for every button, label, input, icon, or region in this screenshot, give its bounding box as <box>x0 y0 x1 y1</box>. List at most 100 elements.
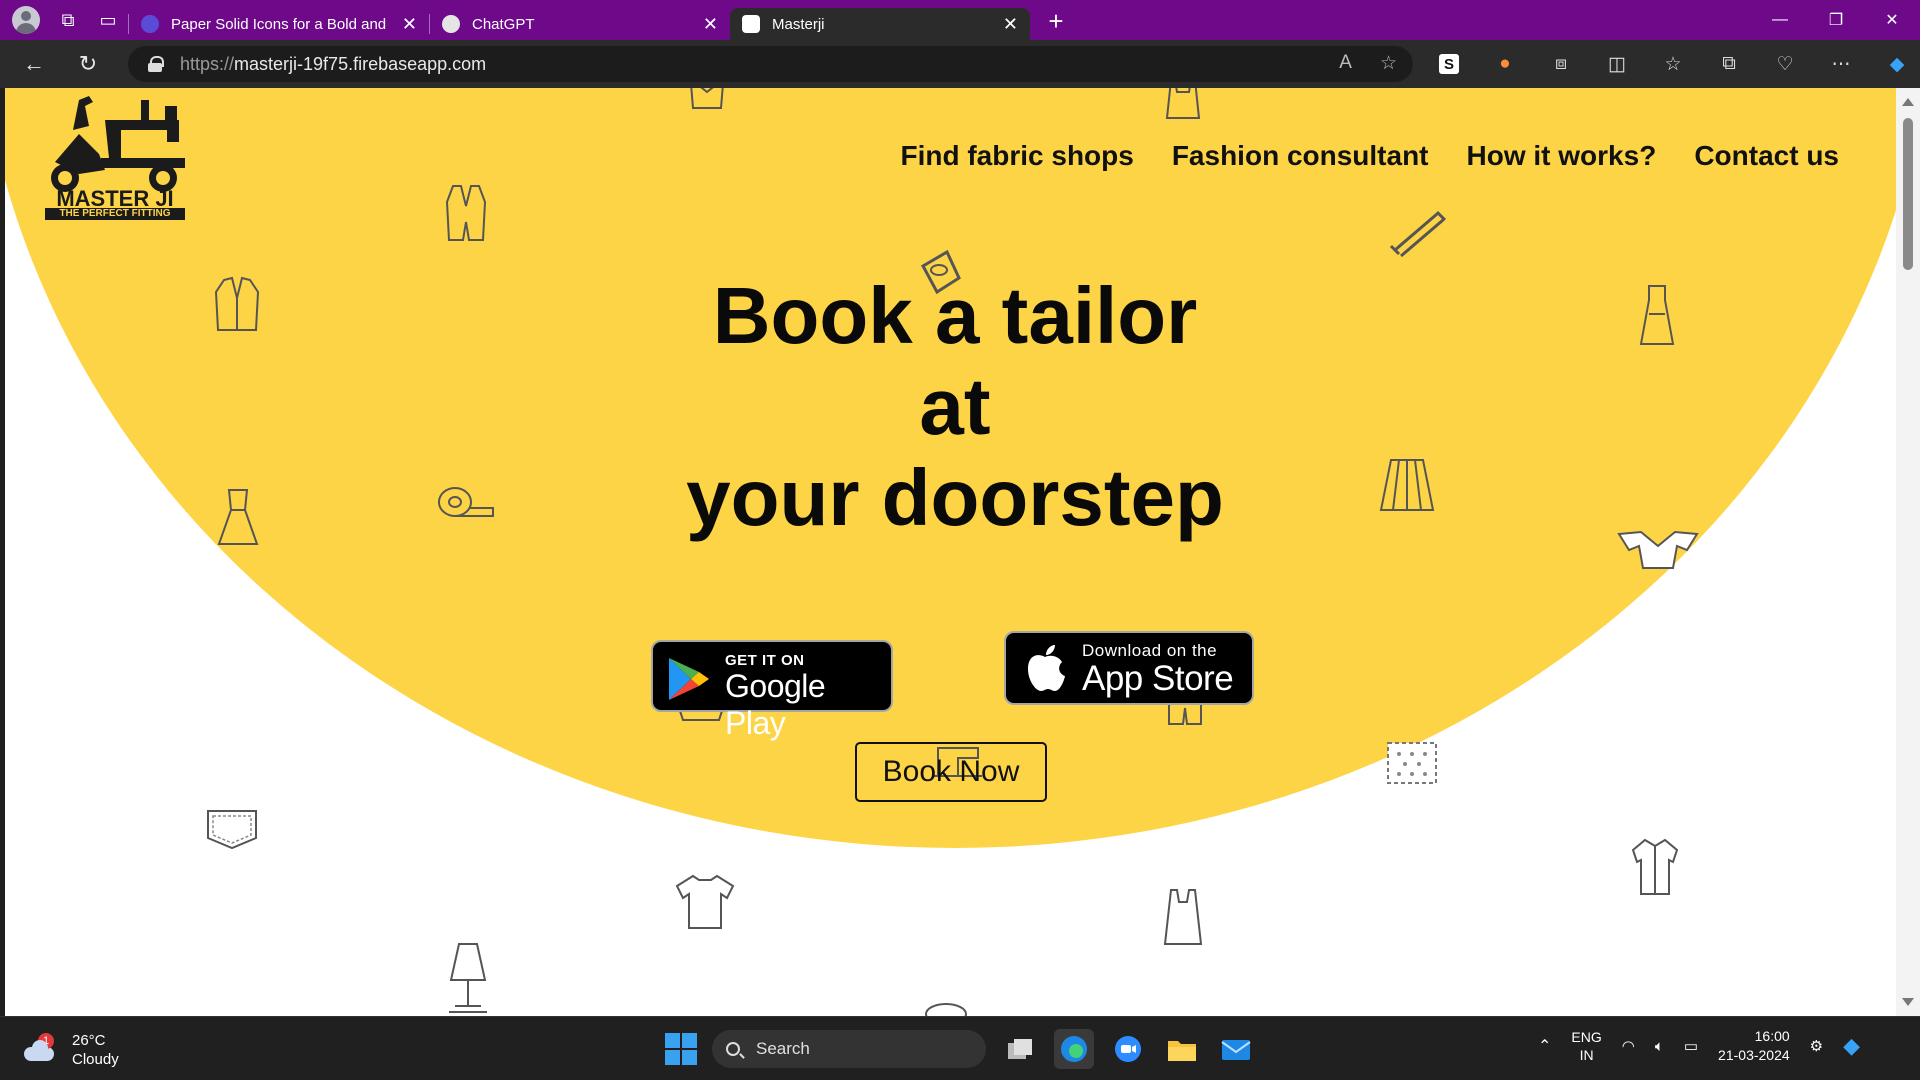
app-store-badge[interactable]: Download on the App Store <box>1004 631 1254 705</box>
nav-find-fabric-shops[interactable]: Find fabric shops <box>900 140 1133 172</box>
settings-gear-icon[interactable]: ⚙ <box>1810 1037 1823 1055</box>
fabric-swatch-icon <box>1387 742 1437 784</box>
measuring-tape-icon <box>438 487 494 517</box>
headline-line-3: your doorstep <box>686 453 1224 542</box>
vest-top-icon <box>1163 889 1203 945</box>
zoom-app-icon[interactable] <box>1108 1029 1148 1069</box>
lock-icon[interactable] <box>148 56 164 72</box>
tab-close-icon[interactable]: ✕ <box>402 14 417 35</box>
frock-icon <box>217 489 259 545</box>
new-tab-button[interactable]: + <box>1036 6 1076 37</box>
minimize-icon[interactable]: — <box>1752 0 1808 40</box>
profile-avatar-icon[interactable] <box>12 6 40 34</box>
restore-icon[interactable]: ❐ <box>1808 0 1864 40</box>
main-nav: Find fabric shops Fashion consultant How… <box>900 140 1839 172</box>
tank-top-icon <box>1165 88 1201 119</box>
weather-widget[interactable]: 1 26°C Cloudy <box>22 1031 119 1069</box>
tab-close-icon[interactable]: ✕ <box>703 14 718 35</box>
favorites-icon[interactable]: ☆ <box>1652 44 1694 84</box>
app-store-big-text: App Store <box>1082 659 1234 698</box>
extension-dot-icon[interactable]: ● <box>1484 44 1526 84</box>
app-store-small-text: Download on the <box>1082 641 1218 660</box>
task-view-icon[interactable] <box>1000 1029 1040 1069</box>
mail-icon[interactable] <box>1216 1029 1256 1069</box>
google-play-badge[interactable]: GET IT ON Google Play <box>651 640 893 741</box>
headline-line-2: at <box>919 362 991 451</box>
scroll-down-arrow-icon[interactable] <box>1902 998 1914 1006</box>
refresh-icon[interactable]: ↻ <box>66 44 110 84</box>
page-scrollbar[interactable] <box>1896 88 1920 1016</box>
tab-title: Paper Solid Icons for a Bold and <box>171 15 387 33</box>
browser-toolbar: ← ↻ https://masterji-19f75.firebaseapp.c… <box>0 40 1920 88</box>
edge-browser-icon[interactable] <box>1054 1029 1094 1069</box>
tab-chatgpt[interactable]: ChatGPT ✕ <box>430 8 730 40</box>
url-protocol: https:// <box>180 53 235 74</box>
browser-tab-bar: ⧉ ▭ Paper Solid Icons for a Bold and ✕ C… <box>0 0 1920 40</box>
weather-temp: 26°C <box>72 1032 106 1049</box>
copilot-icon[interactable]: ◆ <box>1876 44 1918 84</box>
crop-top-icon <box>1617 530 1699 569</box>
toolbar-extensions: S ● ⧈ ◫ ☆ ⧉ ♡ ⋯ ◆ <box>1428 44 1918 84</box>
back-arrow-icon[interactable]: ← <box>12 44 56 84</box>
language-indicator[interactable]: ENG IN <box>1571 1028 1601 1064</box>
masterji-favicon-icon <box>742 15 760 33</box>
extension-s-icon[interactable]: S <box>1428 44 1470 84</box>
search-label: Search <box>756 1039 810 1058</box>
split-screen-icon[interactable]: ◫ <box>1596 44 1638 84</box>
pocket-icon <box>207 810 257 850</box>
close-window-icon[interactable]: ✕ <box>1864 0 1920 40</box>
tshirt-icon <box>675 874 735 929</box>
battery-icon[interactable]: ▭ <box>1684 1037 1698 1055</box>
tab-title: ChatGPT <box>472 15 535 33</box>
taskbar-apps <box>1000 1029 1256 1069</box>
scroll-up-arrow-icon[interactable] <box>1902 98 1914 106</box>
chatgpt-favicon-icon <box>442 15 460 33</box>
tab-masterji[interactable]: Masterji ✕ <box>730 8 1030 40</box>
more-options-icon[interactable]: ⋯ <box>1820 44 1862 84</box>
url-text: https://masterji-19f75.firebaseapp.com <box>180 54 486 75</box>
nav-contact-us[interactable]: Contact us <box>1694 140 1839 172</box>
weather-text: 26°C Cloudy <box>72 1031 119 1069</box>
book-now-button[interactable]: Book Now <box>855 742 1047 802</box>
volume-icon[interactable]: 🔈︎ <box>1655 1038 1664 1055</box>
thread-icon <box>925 1003 967 1016</box>
windows-start-icon[interactable] <box>665 1033 697 1065</box>
extensions-puzzle-icon[interactable]: ⧈ <box>1540 44 1582 84</box>
taskbar-search[interactable]: Search <box>712 1030 986 1068</box>
weather-badge: 1 <box>38 1033 54 1049</box>
tab-title: Masterji <box>772 15 825 33</box>
lang-line-2: IN <box>1579 1047 1594 1063</box>
shirt-icon <box>1631 838 1679 895</box>
tab-close-icon[interactable]: ✕ <box>1003 14 1018 35</box>
s-badge-icon: S <box>1439 54 1459 74</box>
file-explorer-icon[interactable] <box>1162 1029 1202 1069</box>
weather-condition: Cloudy <box>72 1051 119 1068</box>
page-viewport: MASTER JI THE PERFECT FITTING Find fabri… <box>5 88 1901 1016</box>
url-host: masterji-19f75.firebaseapp.com <box>234 53 487 74</box>
clock[interactable]: 16:00 21-03-2024 <box>1718 1027 1790 1065</box>
window-controls: — ❐ ✕ <box>1752 0 1920 40</box>
logo-tagline: THE PERFECT FITTING <box>45 208 185 220</box>
tab-favicon-icon <box>141 15 159 33</box>
address-bar[interactable]: https://masterji-19f75.firebaseapp.com A… <box>128 46 1413 82</box>
google-play-small-text: GET IT ON <box>725 652 805 669</box>
browser-essentials-icon[interactable]: ♡ <box>1764 44 1806 84</box>
nav-how-it-works[interactable]: How it works? <box>1467 140 1657 172</box>
tab-paper-icons[interactable]: Paper Solid Icons for a Bold and ✕ <box>129 8 429 40</box>
show-hidden-icons-icon[interactable]: ⌃ <box>1538 1036 1551 1056</box>
read-aloud-icon[interactable]: A <box>1339 52 1352 75</box>
tab-actions-icon[interactable]: ▭ <box>88 0 128 40</box>
nav-fashion-consultant[interactable]: Fashion consultant <box>1172 140 1429 172</box>
system-tray: ⌃ ENG IN ◠ 🔈︎ ▭ 16:00 21-03-2024 ⚙ ◆ <box>1538 1027 1860 1065</box>
skirt-icon <box>1379 459 1435 511</box>
hero-headline: Book a tailor at your doorstep <box>555 270 1355 543</box>
google-play-big-text: Google Play <box>725 668 826 741</box>
wifi-icon[interactable]: ◠ <box>1622 1037 1635 1055</box>
workspaces-icon[interactable]: ⧉ <box>48 0 88 40</box>
copilot-taskbar-icon[interactable]: ◆ <box>1843 1033 1860 1059</box>
favorite-star-icon[interactable]: ☆ <box>1380 52 1397 75</box>
top-shirt-icon <box>690 88 724 109</box>
scrollbar-thumb[interactable] <box>1903 118 1913 270</box>
collections-icon[interactable]: ⧉ <box>1708 44 1750 84</box>
clock-time: 16:00 <box>1754 1028 1790 1044</box>
